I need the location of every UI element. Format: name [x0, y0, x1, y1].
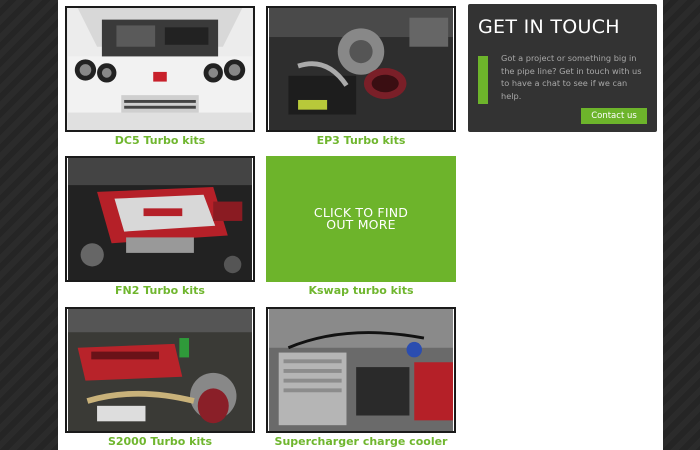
get-in-touch-panel: GET IN TOUCH Got a project or something … — [468, 4, 657, 132]
fn2-caption-link[interactable]: FN2 Turbo kits — [65, 284, 255, 297]
fn2-engine-illustration — [68, 158, 252, 280]
get-in-touch-text: Got a project or something big in the pi… — [501, 53, 642, 101]
ep3-engine-image[interactable] — [266, 6, 456, 132]
dc5-engine-illustration — [68, 8, 252, 130]
product-card-s2000[interactable]: S2000 Turbo kits — [65, 307, 255, 448]
product-card-kswap[interactable]: CLICK TO FIND OUT MORE Kswap turbo kits — [266, 156, 456, 297]
accent-bar — [478, 56, 488, 104]
product-card-fn2[interactable]: FN2 Turbo kits — [65, 156, 255, 297]
click-to-find-out-more-tile[interactable]: CLICK TO FIND OUT MORE — [266, 156, 456, 282]
product-card-dc5[interactable]: DC5 Turbo kits — [65, 6, 255, 147]
kswap-caption-link[interactable]: Kswap turbo kits — [266, 284, 456, 297]
fn2-engine-image[interactable] — [65, 156, 255, 282]
dc5-engine-image[interactable] — [65, 6, 255, 132]
supercharger-image[interactable] — [266, 307, 456, 433]
ep3-engine-illustration — [269, 8, 453, 130]
s2000-engine-illustration — [68, 309, 252, 431]
ep3-caption-link[interactable]: EP3 Turbo kits — [266, 134, 456, 147]
s2000-engine-image[interactable] — [65, 307, 255, 433]
get-in-touch-heading: GET IN TOUCH — [478, 16, 620, 38]
s2000-caption-link[interactable]: S2000 Turbo kits — [65, 435, 255, 448]
product-card-supercharger[interactable]: Supercharger charge cooler kits — [266, 307, 456, 450]
product-card-ep3[interactable]: EP3 Turbo kits — [266, 6, 456, 147]
dc5-caption-link[interactable]: DC5 Turbo kits — [65, 134, 255, 147]
supercharger-caption-link[interactable]: Supercharger charge cooler kits — [266, 435, 456, 450]
contact-us-button[interactable]: Contact us — [581, 108, 647, 124]
supercharger-illustration — [269, 309, 453, 431]
cta-line-2: OUT MORE — [326, 217, 396, 232]
content-area: DC5 Turbo kits EP3 Turbo kits FN2 Turbo … — [58, 0, 663, 450]
